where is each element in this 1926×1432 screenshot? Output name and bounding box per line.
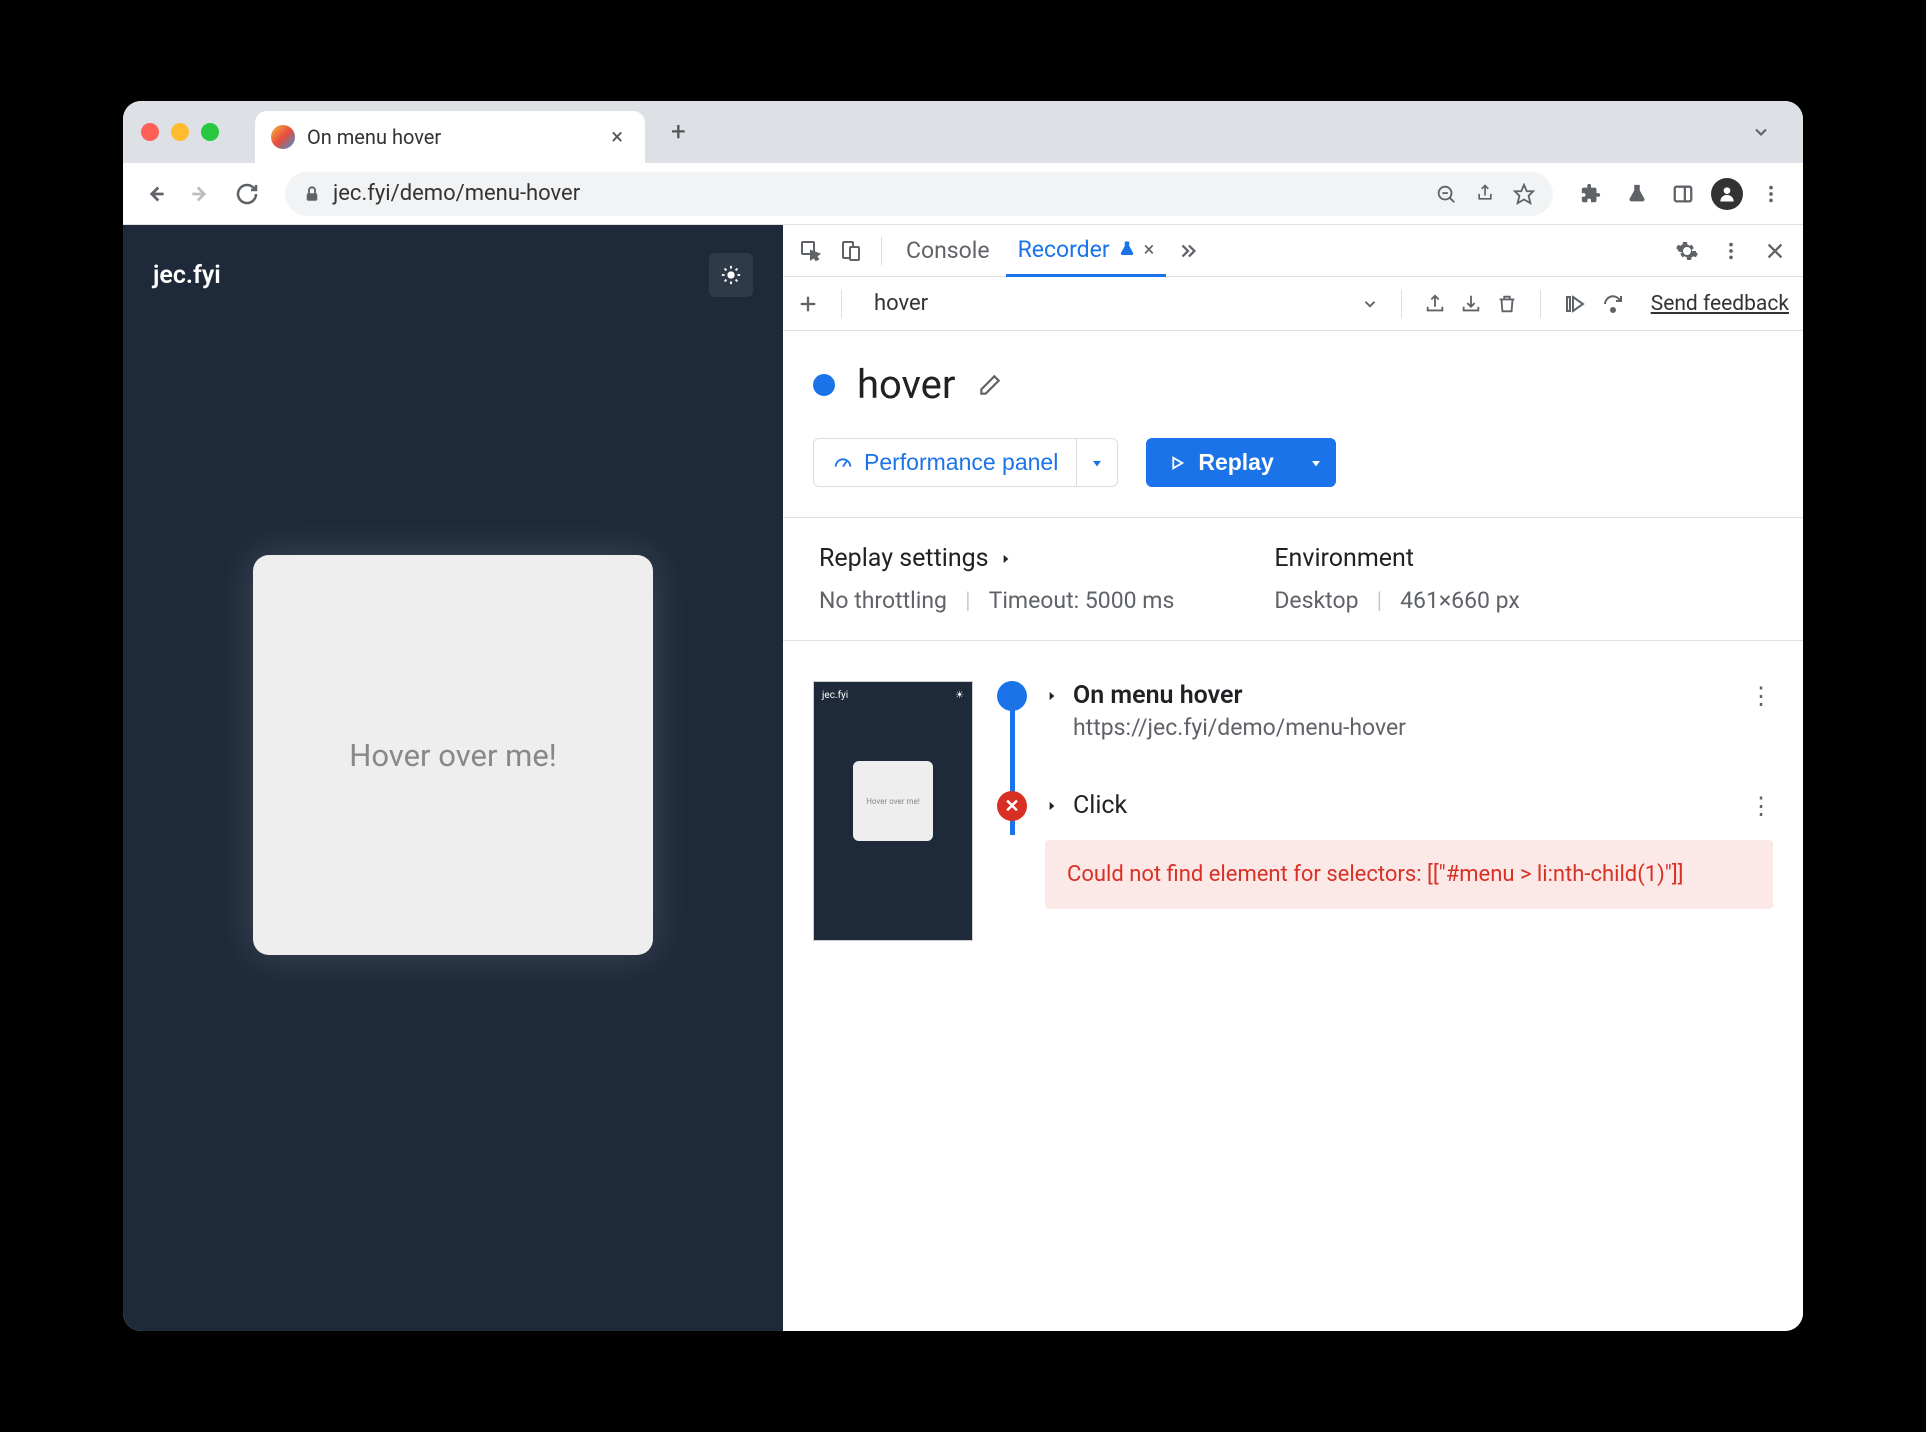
step-marker-ok-icon — [997, 681, 1027, 711]
step-title[interactable]: On menu hover — [1073, 681, 1242, 710]
performance-panel-button[interactable]: Performance panel — [813, 438, 1077, 487]
timeline-step: ✕ Click ⋮ Could not find element for sel… — [997, 791, 1773, 909]
devtools-panel: Console Recorder × — [783, 225, 1803, 1331]
window-controls — [141, 123, 219, 141]
close-tab-icon[interactable]: × — [1144, 237, 1155, 261]
browser-window: On menu hover × + jec.fyi/demo/menu-hove… — [123, 101, 1803, 1331]
edit-title-button[interactable] — [977, 372, 1003, 398]
devtools-close-button[interactable] — [1757, 233, 1793, 269]
devtools-settings-button[interactable] — [1669, 233, 1705, 269]
recorder-toolbar: hover — [783, 277, 1803, 331]
side-panel-button[interactable] — [1665, 176, 1701, 212]
site-logo[interactable]: jec.fyi — [153, 261, 221, 290]
forward-button[interactable] — [183, 176, 219, 212]
labs-button[interactable] — [1619, 176, 1655, 212]
error-message: Could not find element for selectors: [[… — [1045, 840, 1773, 909]
close-tab-button[interactable]: × — [605, 125, 629, 150]
devtools-menu-button[interactable] — [1713, 233, 1749, 269]
maximize-window-button[interactable] — [201, 123, 219, 141]
url-text: jec.fyi/demo/menu-hover — [333, 181, 1423, 206]
theme-toggle-button[interactable] — [709, 253, 753, 297]
flask-icon — [1118, 240, 1136, 258]
more-tabs-button[interactable] — [1170, 233, 1206, 269]
recording-dropdown-icon[interactable] — [1361, 295, 1379, 313]
export-button[interactable] — [1424, 293, 1446, 315]
browser-toolbar: jec.fyi/demo/menu-hover — [123, 163, 1803, 225]
chevron-right-icon[interactable] — [1045, 799, 1059, 813]
lock-icon — [303, 185, 321, 203]
replay-settings-toggle[interactable]: Replay settings — [819, 544, 1174, 573]
throttling-value: No throttling — [819, 587, 947, 614]
tab-recorder[interactable]: Recorder × — [1006, 225, 1167, 277]
tab-title: On menu hover — [307, 125, 593, 149]
step-marker-error-icon: ✕ — [997, 791, 1027, 821]
recording-selector[interactable]: hover — [864, 291, 1347, 316]
devtools-tab-bar: Console Recorder × — [783, 225, 1803, 277]
chrome-menu-button[interactable] — [1753, 176, 1789, 212]
back-button[interactable] — [137, 176, 173, 212]
tab-strip: On menu hover × + — [123, 101, 1803, 163]
step-menu-button[interactable]: ⋮ — [1749, 792, 1773, 820]
chevron-right-icon — [999, 552, 1013, 566]
page-viewport: jec.fyi Hover over me! — [123, 225, 783, 1331]
environment-label: Environment — [1274, 544, 1519, 573]
tab-console[interactable]: Console — [894, 225, 1002, 277]
bookmark-icon[interactable] — [1513, 183, 1535, 205]
import-button[interactable] — [1460, 293, 1482, 315]
zoom-icon[interactable] — [1435, 183, 1457, 205]
inspect-element-button[interactable] — [793, 233, 829, 269]
reload-button[interactable] — [229, 176, 265, 212]
profile-button[interactable] — [1711, 178, 1743, 210]
favicon-icon — [271, 125, 295, 149]
device-toggle-button[interactable] — [833, 233, 869, 269]
play-icon — [1168, 454, 1186, 472]
step-title[interactable]: Click — [1073, 791, 1127, 820]
settings-section: Replay settings No throttling | Timeout:… — [783, 517, 1803, 641]
close-window-button[interactable] — [141, 123, 159, 141]
expand-tabs-button[interactable] — [1751, 122, 1771, 142]
address-bar[interactable]: jec.fyi/demo/menu-hover — [285, 172, 1553, 216]
step-menu-button[interactable]: ⋮ — [1749, 682, 1773, 710]
hover-card[interactable]: Hover over me! — [253, 555, 653, 955]
performance-panel-options[interactable] — [1077, 438, 1118, 487]
send-feedback-link[interactable]: Send feedback — [1651, 292, 1789, 316]
share-icon[interactable] — [1475, 183, 1495, 205]
gauge-icon — [832, 452, 854, 474]
step-thumbnail: jec.fyi☀ Hover over me! — [813, 681, 973, 941]
replay-button[interactable]: Replay — [1146, 438, 1295, 487]
env-device-value: Desktop — [1274, 587, 1358, 614]
chevron-right-icon[interactable] — [1045, 689, 1059, 703]
recording-title: hover — [857, 361, 955, 408]
recorder-body: hover Performance panel — [783, 331, 1803, 1331]
recording-status-dot-icon — [813, 374, 835, 396]
browser-tab[interactable]: On menu hover × — [255, 111, 645, 163]
continue-button[interactable] — [1563, 292, 1587, 316]
step-url: https://jec.fyi/demo/menu-hover — [1073, 714, 1773, 741]
hover-text: Hover over me! — [349, 737, 557, 774]
step-over-button[interactable] — [1601, 292, 1625, 316]
delete-button[interactable] — [1496, 293, 1518, 315]
timeout-value: Timeout: 5000 ms — [989, 587, 1175, 614]
env-viewport-value: 461×660 px — [1400, 587, 1520, 614]
new-recording-button[interactable] — [797, 293, 819, 315]
timeline-step: On menu hover ⋮ https://jec.fyi/demo/men… — [997, 681, 1773, 741]
extensions-button[interactable] — [1573, 176, 1609, 212]
minimize-window-button[interactable] — [171, 123, 189, 141]
new-tab-button[interactable]: + — [671, 117, 686, 147]
replay-options[interactable] — [1296, 438, 1336, 487]
